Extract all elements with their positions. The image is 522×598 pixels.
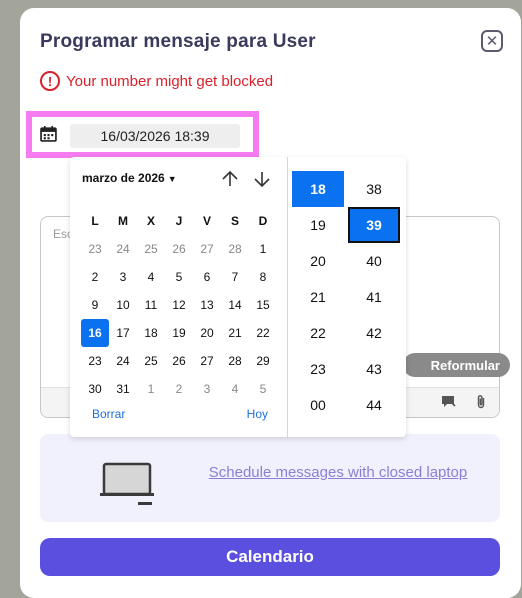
calendar-day[interactable]: 7 [221,263,249,291]
month-selector[interactable]: marzo de 2026 ▼ [82,171,177,185]
arrow-down-icon[interactable] [252,169,272,189]
calendar-week-row: 23 24 25 26 27 28 29 [81,347,277,375]
calendar-day[interactable]: 21 [221,319,249,347]
calendar-day[interactable]: 26 [165,235,193,263]
calendar-day[interactable]: 17 [109,319,137,347]
hour-option[interactable]: 22 [292,315,344,351]
calendar-day[interactable]: 18 [137,319,165,347]
calendar-day[interactable]: 13 [193,291,221,319]
calendar-button[interactable]: Calendario [40,538,500,576]
hour-option[interactable]: 18 [292,171,344,207]
calendar-day[interactable]: 23 [81,347,109,375]
weekday-label: L [91,214,99,228]
calendar-day[interactable]: 9 [81,291,109,319]
calendar-icon[interactable] [40,125,57,142]
promo-box: Schedule messages with closed laptop [40,434,500,522]
calendar-day[interactable]: 3 [193,375,221,403]
blocked-warning: ! Your number might get blocked [40,71,273,91]
weekday-header: LMXJVSD [81,207,277,235]
calendar-day[interactable]: 2 [81,263,109,291]
calendar-day[interactable]: 28 [221,235,249,263]
calendar-day[interactable]: 22 [249,319,277,347]
weekday-label: D [258,214,268,228]
calendar-day[interactable]: 27 [193,347,221,375]
calendar-day[interactable]: 25 [137,235,165,263]
minute-option[interactable]: 42 [348,315,400,351]
hour-option[interactable]: 19 [292,207,344,243]
minute-option[interactable]: 43 [348,351,400,387]
minute-list: 38 39 40 41 42 43 44 [348,171,400,423]
calendar-day[interactable]: 2 [165,375,193,403]
clear-button[interactable]: Borrar [92,407,125,421]
calendar-day[interactable]: 31 [109,375,137,403]
hour-list: 18 19 20 21 22 23 00 [292,171,344,423]
laptop-icon [100,462,154,505]
hour-option[interactable]: 00 [292,387,344,423]
weekday-label: S [230,214,239,228]
calendar-day[interactable]: 27 [193,235,221,263]
chat-icon[interactable] [441,394,457,410]
calendar-day[interactable]: 1 [137,375,165,403]
weekday-label: M [118,214,128,228]
calendar-day[interactable]: 26 [165,347,193,375]
calendar-day[interactable]: 14 [221,291,249,319]
calendar-day[interactable]: 5 [249,375,277,403]
month-label: marzo de 2026 [82,171,165,185]
calendar-week-row: 16 17 18 19 20 21 22 [81,319,277,347]
hour-option[interactable]: 23 [292,351,344,387]
calendar-day[interactable]: 3 [109,263,137,291]
minute-option[interactable]: 39 [348,207,400,243]
minute-option[interactable]: 44 [348,387,400,423]
calendar-day[interactable]: 24 [109,235,137,263]
calendar-day-selected[interactable]: 16 [81,319,109,347]
close-icon[interactable]: ✕ [481,30,503,52]
calendar-day[interactable]: 12 [165,291,193,319]
calendar-day[interactable]: 15 [249,291,277,319]
calendar-day[interactable]: 29 [249,347,277,375]
weekday-label: J [175,214,183,228]
attachment-icon[interactable] [473,394,489,410]
calendar-day[interactable]: 8 [249,263,277,291]
calendar-panel: marzo de 2026 ▼ LMXJVSD 23 24 25 26 27 28 1 2 3 4 5… [70,157,288,437]
today-button[interactable]: Hoy [247,407,268,421]
weekday-label: V [202,214,211,228]
calendar-day[interactable]: 28 [221,347,249,375]
closed-laptop-link[interactable]: Schedule messages with closed laptop [208,464,468,482]
calendar-day[interactable]: 4 [137,263,165,291]
calendar-day[interactable]: 20 [193,319,221,347]
calendar-day[interactable]: 30 [81,375,109,403]
datetime-picker-popup: marzo de 2026 ▼ LMXJVSD 23 24 25 26 27 28 1 2 3 4 5… [70,157,406,437]
calendar-day[interactable]: 24 [109,347,137,375]
calendar-day[interactable]: 10 [109,291,137,319]
weekday-label: X [146,214,155,228]
modal-title: Programar mensaje para User [40,31,316,52]
calendar-week-row: 30 31 1 2 3 4 5 [81,375,277,403]
calendar-week-row: 23 24 25 26 27 28 1 [81,235,277,263]
calendar-day[interactable]: 19 [165,319,193,347]
minute-option[interactable]: 38 [348,171,400,207]
date-time-input[interactable]: 16/03/2026 18:39 [70,124,240,148]
picker-divider [287,157,288,437]
calendar-day[interactable]: 11 [137,291,165,319]
minute-option[interactable]: 40 [348,243,400,279]
calendar-day[interactable]: 1 [249,235,277,263]
date-time-field-highlight: 16/03/2026 18:39 [26,111,259,158]
calendar-day[interactable]: 5 [165,263,193,291]
caret-down-icon: ▼ [167,174,177,184]
hour-option[interactable]: 21 [292,279,344,315]
picker-footer: Borrar Hoy [92,407,268,421]
calendar-day[interactable]: 23 [81,235,109,263]
warning-icon: ! [40,71,60,91]
minute-option[interactable]: 41 [348,279,400,315]
calendar-day[interactable]: 6 [193,263,221,291]
warning-text: Your number might get blocked [66,72,274,90]
calendar-week-row: 9 10 11 12 13 14 15 [81,291,277,319]
calendar-day[interactable]: 25 [137,347,165,375]
calendar-day[interactable]: 4 [221,375,249,403]
calendar-week-row: 2345678 [81,263,277,291]
hour-option[interactable]: 20 [292,243,344,279]
arrow-up-icon[interactable] [220,169,240,189]
reformular-button[interactable]: Reformular [403,353,510,377]
